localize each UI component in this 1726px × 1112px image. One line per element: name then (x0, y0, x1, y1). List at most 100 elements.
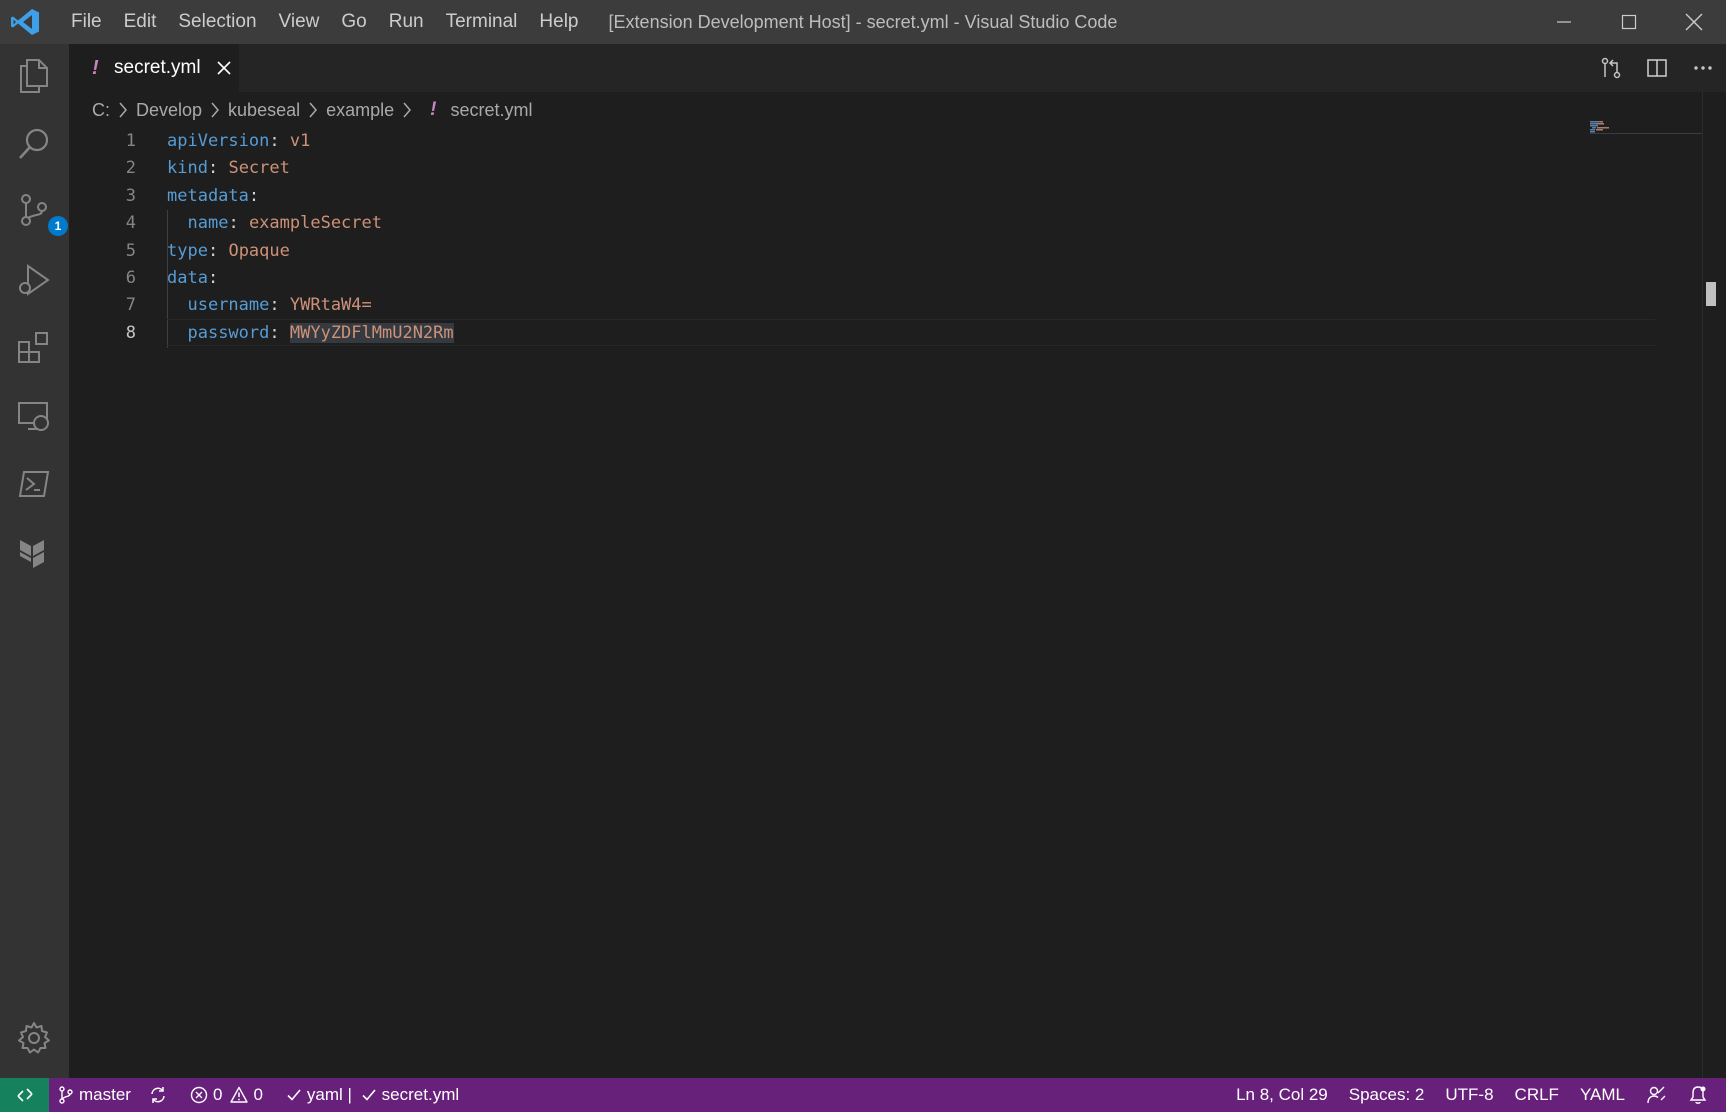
source-control-icon[interactable]: 1 (14, 190, 68, 236)
remote-icon (16, 1088, 33, 1102)
yaml-key: kind (167, 158, 208, 179)
yaml-key: apiVersion (167, 131, 270, 151)
feedback-button[interactable] (1634, 1078, 1680, 1112)
minimize-icon (1556, 21, 1571, 23)
encoding-status[interactable]: UTF-8 (1433, 1078, 1502, 1112)
yaml-key: metadata (167, 185, 249, 206)
indentation-status[interactable]: Spaces: 2 (1337, 1078, 1434, 1112)
code-line: type: Opaque (167, 240, 290, 261)
yaml-file-icon: ! (430, 99, 437, 120)
error-count: 0 (212, 1085, 223, 1104)
bell-icon (1689, 1086, 1707, 1104)
menu-edit[interactable]: Edit (113, 0, 168, 44)
breadcrumb-item-example[interactable]: example (326, 100, 394, 121)
code-editor[interactable]: 1 2 3 4 5 6 7 8 apiVersion: v1 kind: Sec… (69, 128, 1726, 1078)
open-changes-button[interactable] (1588, 44, 1634, 92)
breadcrumb-item-develop[interactable]: Develop (136, 100, 202, 121)
line-number: 6 (125, 267, 136, 288)
vertical-scrollbar[interactable] (1702, 92, 1716, 1078)
branch-status[interactable]: master (49, 1078, 140, 1112)
close-icon (1685, 13, 1702, 31)
line-number-gutter: 1 2 3 4 5 6 7 8 (69, 128, 136, 347)
more-actions-button[interactable] (1680, 44, 1726, 92)
menu-file[interactable]: File (60, 0, 113, 44)
close-icon (217, 61, 231, 75)
sync-icon (151, 1087, 165, 1103)
maximize-button[interactable] (1596, 0, 1661, 44)
powershell-icon[interactable] (14, 464, 54, 504)
search-icon[interactable] (14, 124, 54, 164)
code-line: metadata: (167, 185, 260, 206)
split-editor-icon (1647, 59, 1667, 77)
menu-view[interactable]: View (268, 0, 331, 44)
minimap[interactable] (1590, 120, 1702, 136)
language-mode[interactable]: YAML (1568, 1078, 1634, 1112)
yaml-check-label: yaml | (306, 1085, 357, 1104)
line-number: 5 (125, 240, 136, 261)
vscode-logo-icon (10, 8, 40, 36)
eol-status[interactable]: CRLF (1503, 1078, 1568, 1112)
menu-run[interactable]: Run (378, 0, 435, 44)
ellipsis-icon (1694, 66, 1712, 70)
warning-icon (230, 1086, 249, 1103)
close-window-button[interactable] (1661, 0, 1726, 44)
terraform-icon[interactable] (14, 532, 54, 572)
minimize-button[interactable] (1531, 0, 1596, 44)
cursor-position[interactable]: Ln 8, Col 29 (1227, 1078, 1337, 1112)
yaml-key: password (187, 322, 270, 343)
breadcrumb: C: Develop kubeseal example ! secret.yml (69, 92, 1649, 128)
error-icon (190, 1086, 208, 1104)
split-editor-button[interactable] (1634, 44, 1680, 92)
feedback-person-icon (1647, 1086, 1666, 1104)
chevron-right-icon (206, 101, 224, 119)
line-number: 3 (125, 185, 136, 206)
settings-gear-icon[interactable] (14, 1018, 54, 1058)
code-line-active: password: MWYyZDFlMmU2N2Rm (187, 322, 454, 343)
editor-actions (1588, 44, 1726, 92)
remote-explorer-icon[interactable] (14, 396, 54, 436)
run-debug-icon[interactable] (14, 260, 54, 300)
chevron-right-icon (114, 101, 132, 119)
menu-bar: File Edit Selection View Go Run Terminal… (60, 0, 590, 44)
extensions-icon[interactable] (14, 328, 54, 368)
window-controls (1531, 0, 1726, 44)
line-number-active: 8 (125, 322, 136, 343)
tab-secret-yml[interactable]: ! secret.yml (69, 44, 239, 92)
sync-button[interactable] (140, 1078, 181, 1112)
yaml-key: name (187, 213, 229, 234)
file-check-label: secret.yml (381, 1085, 460, 1104)
menu-help[interactable]: Help (528, 0, 589, 44)
yaml-validation-status[interactable]: yaml | secret.yml (272, 1078, 468, 1112)
yaml-value: exampleSecret (248, 213, 382, 234)
activity-bar: 1 (0, 44, 69, 1078)
warning-count: 0 (253, 1085, 263, 1104)
menu-terminal[interactable]: Terminal (435, 0, 529, 44)
tab-close-button[interactable] (215, 59, 233, 77)
chevron-right-icon (304, 101, 322, 119)
breadcrumb-item-kubeseal[interactable]: kubeseal (228, 100, 300, 121)
menu-selection[interactable]: Selection (167, 0, 267, 44)
compare-changes-icon (1601, 57, 1621, 79)
line-number: 2 (125, 158, 136, 179)
notifications-button[interactable] (1680, 1078, 1726, 1112)
tab-bar: ! secret.yml (69, 44, 1726, 92)
code-line: username: YWRtaW4= (187, 295, 372, 316)
yaml-key: type (167, 240, 208, 261)
problems-status[interactable]: 0 0 (181, 1078, 272, 1112)
line-number: 4 (125, 213, 136, 234)
title-bar: File Edit Selection View Go Run Terminal… (0, 0, 1726, 44)
yaml-value: YWRtaW4= (289, 295, 372, 316)
breadcrumb-item-drive[interactable]: C: (92, 100, 110, 121)
code-lines: apiVersion: v1 kind: Secret metadata: na… (167, 128, 1647, 347)
tab-label: secret.yml (114, 57, 201, 78)
yaml-value: v1 (289, 131, 311, 151)
yaml-value: Secret (228, 158, 290, 179)
yaml-value: Opaque (228, 240, 290, 261)
breadcrumb-item-file[interactable]: secret.yml (450, 100, 532, 121)
explorer-icon[interactable] (14, 56, 54, 96)
code-line: name: exampleSecret (187, 213, 382, 234)
menu-go[interactable]: Go (330, 0, 377, 44)
status-bar-right: Ln 8, Col 29 Spaces: 2 UTF-8 CRLF YAML (1227, 1078, 1726, 1112)
remote-indicator-button[interactable] (0, 1078, 49, 1112)
maximize-icon (1621, 14, 1636, 30)
